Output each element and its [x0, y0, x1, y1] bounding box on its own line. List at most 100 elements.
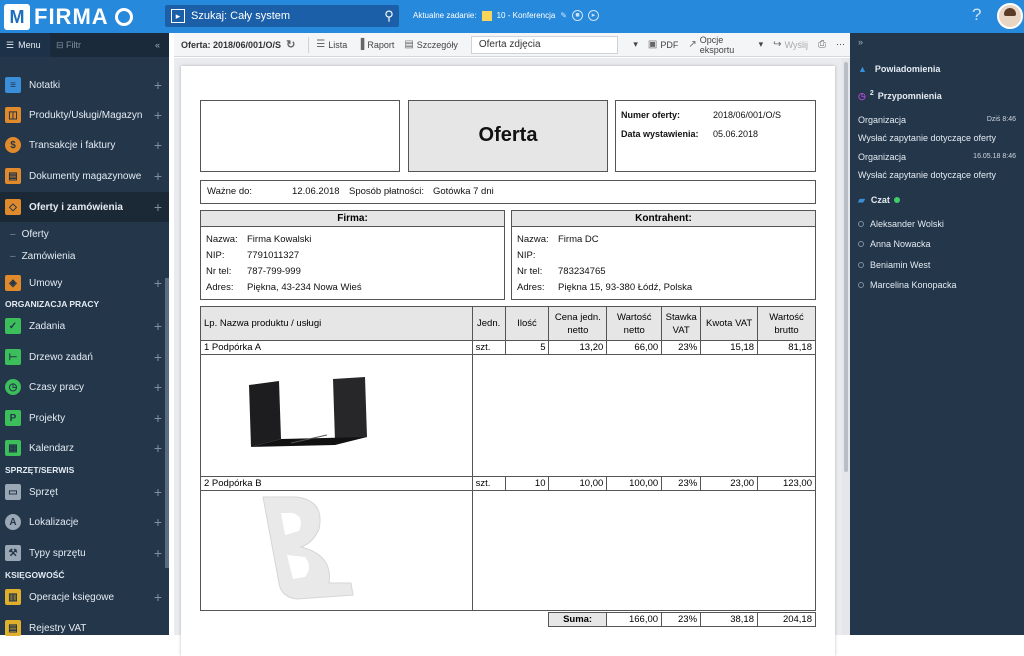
add-icon[interactable]: +	[147, 137, 169, 153]
list-button[interactable]: ☰ Lista	[311, 39, 352, 50]
more-icon[interactable]: ⋯	[831, 39, 850, 50]
chat-contact[interactable]: Beniamin West	[858, 260, 930, 270]
sum-gross: 204,18	[757, 612, 816, 627]
handshake-icon: ◈	[5, 275, 21, 291]
sidebar-item-operacje[interactable]: ▥ Operacje księgowe +	[0, 582, 169, 612]
sidebar-item-transakcje[interactable]: $ Transakcje i faktury +	[0, 130, 169, 160]
sidebar-item-notatki[interactable]: ≡ Notatki +	[0, 70, 169, 100]
export-options-button[interactable]: ↗ Opcje eksportu ▾	[683, 35, 768, 55]
sidebar-item-label: Notatki	[29, 79, 61, 91]
list-icon: ☰	[316, 39, 326, 50]
divider	[308, 36, 310, 53]
notifications-label: Powiadomienia	[874, 64, 941, 74]
reminder-item[interactable]: Organizacja 16.05.18 8:46	[858, 152, 1020, 162]
reminder-text[interactable]: Wysłać zapytanie dotyczące oferty	[858, 170, 996, 180]
sum-spacer	[200, 613, 549, 627]
print-button[interactable]: ⎙	[813, 39, 831, 50]
sidebar-item-kalendarz[interactable]: ▦ Kalendarz +	[0, 433, 169, 463]
sidebar-item-typy[interactable]: ⚒ Typy sprzętu +	[0, 538, 169, 568]
reminder-text[interactable]: Wysłać zapytanie dotyczące oferty	[858, 133, 996, 143]
current-task-value[interactable]: 10 - Konferencja	[497, 11, 556, 20]
play-icon[interactable]: ▸	[588, 10, 600, 21]
sidebar-item-label: Typy sprzętu	[29, 547, 86, 559]
menu-tab[interactable]: ☰ Menu	[0, 33, 50, 57]
stop-icon[interactable]: ■	[572, 10, 584, 21]
item-vat: 15,18	[700, 340, 759, 355]
sidebar-scrollbar[interactable]	[165, 278, 169, 568]
refresh-icon[interactable]: ↻	[286, 38, 295, 51]
pdf-button[interactable]: ▣ PDF	[643, 39, 683, 50]
reminder-org: Organizacja	[858, 152, 907, 162]
details-button[interactable]: ▤ Szczegóły	[399, 39, 462, 50]
item-net: 66,00	[606, 340, 663, 355]
sidebar-item-oferty[interactable]: ◇ Oferty i zamówienia +	[0, 192, 169, 222]
add-icon[interactable]: +	[147, 168, 169, 184]
valid-date: 12.06.2018	[292, 186, 340, 197]
chat-contact[interactable]: Aleksander Wolski	[858, 219, 944, 229]
scrollbar-thumb[interactable]	[844, 62, 848, 472]
sidebar-item-dokumenty[interactable]: ▤ Dokumenty magazynowe +	[0, 161, 169, 191]
sidebar-item-umowy[interactable]: ◈ Umowy +	[0, 268, 169, 298]
search-scope[interactable]: Szukaj: Cały system	[191, 10, 379, 22]
sidebar-item-label: Sprzęt	[29, 486, 58, 498]
app-logo[interactable]: M FIRMA	[4, 4, 133, 30]
hamburger-icon: ☰	[6, 39, 15, 50]
sidebar-item-czasy[interactable]: ◷ Czasy pracy +	[0, 372, 169, 402]
offer-number-label: Numer oferty:	[621, 110, 681, 120]
chat-label: Czat	[870, 195, 890, 205]
issue-date-label: Data wystawienia:	[621, 129, 699, 139]
edit-icon[interactable]: ✎	[560, 11, 567, 20]
buyer-address-label: Adres:	[517, 282, 545, 293]
chevron-down-icon[interactable]: ▾	[628, 39, 643, 50]
details-icon: ▤	[404, 39, 414, 50]
expand-panel-icon[interactable]: »	[858, 37, 863, 47]
chat-contact[interactable]: Marcelina Konopacka	[858, 280, 957, 290]
add-icon[interactable]: +	[147, 199, 169, 215]
document-scrollbar[interactable]	[842, 58, 850, 635]
product-image-bookend-a	[249, 377, 367, 447]
add-icon[interactable]: +	[147, 107, 169, 123]
avatar[interactable]	[997, 3, 1023, 29]
image-spacer-cell	[471, 490, 817, 611]
sidebar-item-produkty[interactable]: ◫ Produkty/Usługi/Magazyn +	[0, 100, 169, 130]
filter-input[interactable]: ⊟ Filtr	[50, 40, 155, 51]
buyer-box: Kontrahent: Nazwa: Firma DC NIP: Nr tel: 7…	[511, 210, 816, 300]
chat-contact[interactable]: Anna Nowacka	[858, 239, 931, 249]
search-box[interactable]: ▸ Szukaj: Cały system ⚲	[165, 5, 399, 27]
search-icon[interactable]: ⚲	[379, 8, 399, 24]
seller-nip-label: NIP:	[206, 250, 225, 261]
sidebar-item-drzewo[interactable]: ⊢ Drzewo zadań +	[0, 342, 169, 372]
seller-address: Piękna, 43-234 Nowa Wieś	[247, 282, 362, 293]
clock-icon: ◷	[5, 379, 21, 395]
print-icon: ⎙	[817, 39, 826, 50]
document-icon: ▤	[5, 168, 21, 184]
sidebar-subitem-oferty[interactable]: – Oferty	[0, 223, 169, 245]
product-image-cell	[200, 354, 473, 477]
task-color-icon	[481, 10, 492, 21]
collapse-icon[interactable]: «	[155, 40, 169, 50]
sidebar-item-sprzet[interactable]: ▭ Sprzęt +	[0, 477, 169, 507]
send-button[interactable]: ↪ Wyślij	[768, 39, 813, 50]
add-icon[interactable]: +	[147, 77, 169, 93]
sidebar-subitem-zamowienia[interactable]: – Zamówienia	[0, 245, 169, 267]
notifications-header[interactable]: ▲ Powiadomienia	[858, 64, 940, 74]
calendar-icon: ▦	[5, 440, 21, 456]
sidebar-item-projekty[interactable]: P Projekty +	[0, 403, 169, 433]
right-panel: » ▲ Powiadomienia ◷ 2 Przypomnienia Organiz…	[850, 33, 1024, 635]
box-icon: ◫	[5, 107, 21, 123]
sum-net: 166,00	[606, 612, 663, 627]
sidebar-item-zadania[interactable]: ✓ Zadania +	[0, 311, 169, 341]
reminders-header[interactable]: ◷ 2 Przypomnienia	[858, 90, 942, 102]
sum-label: Suma:	[548, 612, 608, 627]
document-page: Oferta Numer oferty: 2018/06/001/O/S Dat…	[181, 66, 835, 656]
add-icon[interactable]: +	[147, 589, 169, 605]
document-select[interactable]: Oferta zdjęcia	[470, 35, 619, 54]
sidebar-item-lokalizacje[interactable]: A Lokalizacje +	[0, 507, 169, 537]
valid-label: Ważne do:	[207, 186, 253, 197]
sidebar-item-rejestry[interactable]: ▤ Rejestry VAT	[0, 613, 169, 643]
help-icon[interactable]: ?	[972, 5, 981, 25]
reminder-item[interactable]: Organizacja Dziś 8:46	[858, 115, 1020, 125]
report-button[interactable]: ▐ Raport	[352, 39, 399, 50]
chat-header[interactable]: ▰ Czat	[858, 195, 900, 206]
col-qty: Ilość	[504, 306, 550, 341]
